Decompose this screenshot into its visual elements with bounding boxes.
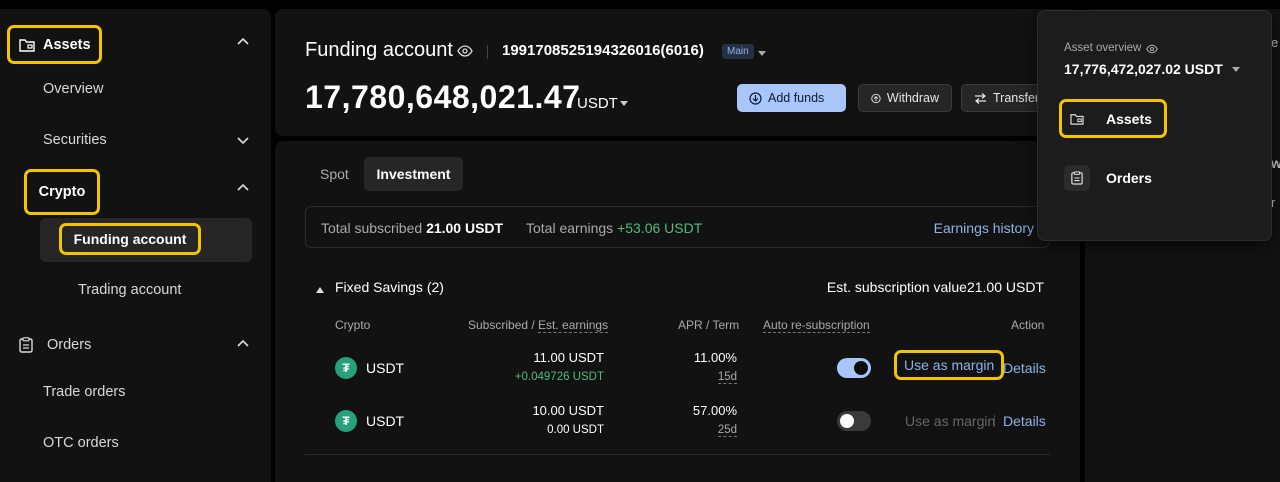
chevron-up-icon[interactable] [236, 181, 250, 195]
button-label: Withdraw [886, 91, 939, 105]
sidebar: Assets Overview Securities Crypto Fundin… [0, 9, 271, 482]
divider [305, 454, 1050, 455]
add-funds-button[interactable]: Add funds [737, 84, 846, 112]
sidebar-item-trading-account[interactable]: Trading account [0, 270, 271, 310]
funding-highlight: Funding account [59, 223, 201, 255]
transfer-icon [975, 92, 986, 104]
caret-down-icon[interactable] [1232, 67, 1240, 76]
subscribed-amount: 11.00 USDT [533, 350, 604, 365]
auto-resubscription-toggle[interactable] [837, 411, 871, 431]
sidebar-item-assets[interactable]: Assets [7, 25, 102, 64]
coin-name: USDT [366, 413, 405, 429]
tab-investment[interactable]: Investment [364, 157, 463, 191]
sidebar-item-label: Orders [47, 337, 92, 353]
button-label: Add funds [768, 91, 825, 105]
chevron-up-icon[interactable] [236, 35, 250, 49]
total-earnings: Total earnings +53.06 USDT [526, 220, 703, 236]
chevron-up-icon [237, 339, 249, 347]
caret-down-icon[interactable] [620, 101, 628, 110]
eye-icon[interactable] [1146, 44, 1158, 54]
sidebar-item-crypto[interactable]: Crypto [24, 169, 100, 215]
eye-icon[interactable] [457, 45, 473, 57]
main-badge: Main [722, 44, 754, 59]
sidebar-item-funding-account[interactable]: Funding account [40, 218, 252, 262]
currency-select[interactable]: USDT [577, 95, 618, 112]
clipped-text: e [1271, 35, 1279, 50]
account-balance: 17,780,648,021.47 [305, 79, 581, 115]
withdraw-icon [871, 93, 881, 103]
dropdown-item-assets[interactable]: Assets [1059, 99, 1167, 138]
clipboard-icon [19, 337, 33, 353]
sidebar-item-label: Trade orders [43, 384, 126, 400]
button-label: Transfer [993, 91, 1040, 105]
asset-overview-total: 17,776,472,027.02 USDT [1064, 61, 1223, 77]
folder-icon [1070, 113, 1084, 125]
asset-overview-dropdown: Asset overview 17,776,472,027.02 USDT As… [1037, 10, 1272, 241]
dropdown-item-label: Assets [1106, 110, 1152, 127]
coin-name: USDT [366, 360, 405, 376]
tab-spot[interactable]: Spot [305, 157, 364, 191]
asset-overview-label: Asset overview [1064, 42, 1142, 54]
page-title: Funding account [305, 39, 453, 61]
clipped-text: w [1271, 155, 1280, 171]
term-value: 15d [717, 371, 737, 384]
sidebar-item-overview[interactable]: Overview [0, 69, 271, 109]
investment-panel: Spot Investment Total subscribed 21.00 U… [275, 141, 1080, 482]
sidebar-item-label: Overview [43, 81, 104, 97]
dropdown-item-orders[interactable]: Orders [1064, 165, 1152, 191]
chevron-down-icon [237, 137, 249, 145]
top-strip [0, 0, 1280, 7]
use-as-margin-link[interactable]: Use as margin [893, 350, 1005, 380]
deposit-icon [749, 91, 762, 105]
sidebar-item-label: OTC orders [43, 435, 119, 451]
caret-down-icon[interactable] [758, 51, 766, 60]
sidebar-item-label: Crypto [38, 184, 86, 200]
est-earnings: +0.049726 USDT [514, 371, 604, 383]
withdraw-button[interactable]: Withdraw [858, 84, 952, 112]
clipboard-icon [1064, 165, 1090, 191]
toggle-knob [840, 414, 854, 428]
details-link[interactable]: Details [1003, 360, 1046, 376]
use-as-margin-link: Use as margin [905, 413, 996, 429]
details-link[interactable]: Details [1003, 413, 1046, 429]
collapse-caret-icon[interactable] [316, 283, 324, 293]
apr-value: 11.00% [693, 350, 737, 365]
subscribed-amount: 10.00 USDT [532, 403, 604, 418]
total-subscribed: Total subscribed 21.00 USDT [321, 220, 504, 236]
divider [994, 415, 995, 427]
tether-icon: ₮ [335, 410, 357, 432]
est-subscription-value: Est. subscription value21.00 USDT [826, 279, 1044, 295]
col-header-apr-term: APR / Term [678, 318, 740, 332]
toggle-knob [854, 361, 868, 375]
earnings-summary: Total subscribed 21.00 USDT Total earnin… [305, 206, 1050, 248]
apr-value: 57.00% [692, 403, 737, 418]
sidebar-item-orders[interactable]: Orders [0, 325, 271, 365]
sidebar-item-label: Funding account [73, 231, 187, 247]
term-value: 25d [717, 424, 737, 437]
fixed-savings-title[interactable]: Fixed Savings (2) [335, 279, 444, 295]
sidebar-item-trade-orders[interactable]: Trade orders [0, 372, 271, 412]
tether-icon: ₮ [335, 357, 357, 379]
sidebar-item-label: Assets [43, 36, 91, 53]
est-earnings: 0.00 USDT [547, 424, 604, 436]
folder-icon [19, 38, 35, 52]
earnings-history-link[interactable]: Earnings history [934, 220, 1034, 236]
divider [487, 45, 488, 59]
sidebar-item-otc-orders[interactable]: OTC orders [0, 423, 271, 463]
sidebar-item-securities[interactable]: Securities [0, 120, 271, 160]
col-header-auto-resubscription: Auto re-subscription [763, 318, 870, 333]
sidebar-item-label: Trading account [78, 282, 182, 298]
col-header-action: Action [1011, 318, 1045, 332]
account-uid[interactable]: 1991708525194326016(6016) [502, 42, 704, 59]
col-header-crypto: Crypto [335, 318, 371, 332]
dropdown-item-label: Orders [1106, 170, 1152, 186]
sidebar-item-label: Securities [43, 132, 107, 148]
auto-resubscription-toggle[interactable] [837, 358, 871, 378]
col-header-subscribed: Subscribed / Est. earnings [468, 318, 609, 333]
account-header: Funding account 1991708525194326016(6016… [275, 9, 1080, 136]
